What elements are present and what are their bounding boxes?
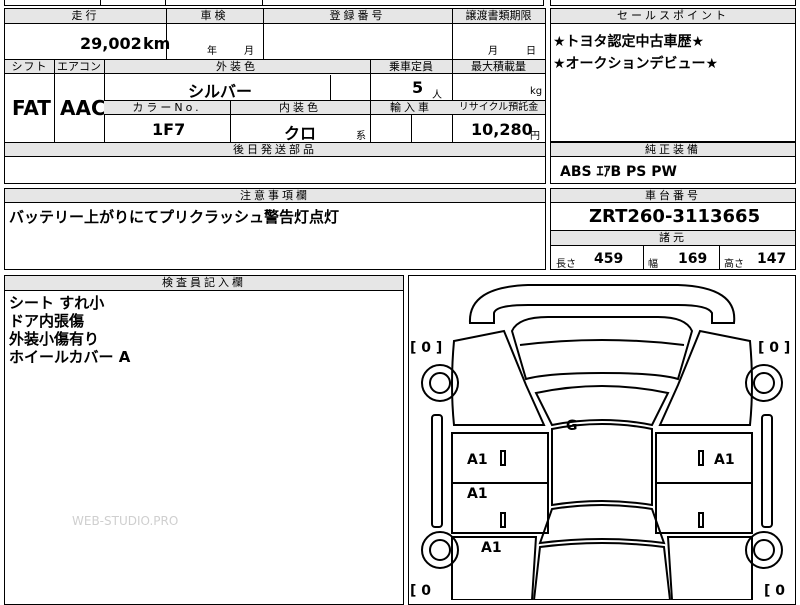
height-value: 147 — [757, 251, 787, 267]
max-load-header: 最大積載量 — [452, 60, 545, 74]
rear-window — [538, 504, 666, 545]
tire-left-top: [ 0 ] — [410, 340, 443, 356]
roof — [551, 423, 653, 507]
dims-header: 諸元 — [551, 231, 795, 246]
shift-header: シフト — [5, 60, 54, 74]
windshield — [534, 385, 670, 427]
color-no-header: カラーNo. — [104, 101, 230, 115]
mileage-header: 走行 — [5, 9, 166, 24]
left-side-sill — [431, 414, 443, 528]
chassis-header: 車台番号 — [551, 189, 795, 203]
color-no-value: 1F7 — [152, 120, 186, 139]
sales-point-line-2: ★オークションデビュー★ — [553, 56, 719, 72]
right-side-sill — [761, 414, 773, 528]
sales-point-line-1: ★トヨタ認定中古車歴★ — [553, 34, 705, 50]
tire-left-bottom: [ 0 — [410, 583, 432, 599]
shift-value: FAT — [12, 96, 51, 120]
sales-points-box — [550, 8, 796, 142]
inspector-line-1: シート すれ小 — [9, 294, 105, 312]
transfer-day-unit: 日 — [526, 46, 536, 57]
int-color-suffix: 系 — [356, 131, 366, 142]
transfer-month-unit: 月 — [488, 46, 498, 57]
int-color-header: 内装色 — [230, 101, 370, 115]
genuine-equipment-header: 純正装備 — [551, 143, 795, 157]
mark-left-rear-door: A1 — [467, 486, 488, 502]
ext-color-value: シルバー — [188, 82, 253, 101]
capacity-value: 5 — [412, 78, 424, 97]
max-load-unit: kg — [530, 86, 543, 97]
car-diagram — [421, 284, 783, 600]
watermark: WEB-STUDIO.PRO — [72, 514, 179, 528]
mark-roof: G — [566, 418, 578, 434]
transfer-deadline-header: 譲渡書類期限 — [452, 9, 545, 24]
notes-header: 注意事項欄 — [5, 189, 545, 203]
tire-right-top: [ 0 ] — [758, 340, 791, 356]
registration-header: 登録番号 — [263, 9, 452, 24]
length-label: 長さ — [556, 259, 576, 270]
inspection-year-unit: 年 — [207, 46, 217, 57]
inspector-line-3: 外装小傷有り — [9, 330, 100, 348]
later-parts-header: 後日発送部品 — [5, 143, 545, 157]
right-rear-fender — [666, 536, 753, 600]
hood — [510, 316, 694, 381]
recycle-header: リサイクル預託金 — [452, 101, 545, 115]
mileage-unit: km — [143, 34, 171, 53]
notes-value: バッテリー上がりにてプリクラッシュ警告灯点灯 — [9, 208, 340, 226]
mark-right-front-door: A1 — [714, 452, 735, 468]
width-label: 幅 — [648, 259, 658, 270]
trunk — [532, 542, 672, 600]
aircon-value: AAC — [60, 96, 106, 120]
mark-left-rear-fender: A1 — [481, 540, 502, 556]
chassis-value: ZRT260-3113665 — [589, 206, 761, 227]
inspector-line-2: ドア内張傷 — [9, 312, 85, 330]
import-header: 輸入車 — [370, 101, 452, 115]
genuine-equipment-value: ABS ｴｱB PS PW — [560, 164, 677, 180]
recycle-unit: 円 — [530, 131, 540, 142]
recycle-value: 10,280 — [471, 120, 533, 139]
sales-points-header: セールスポイント — [551, 9, 795, 24]
tire-right-bottom: [ 0 — [764, 583, 786, 599]
mark-left-front-door: A1 — [467, 452, 488, 468]
inspection-month-unit: 月 — [244, 46, 254, 57]
top-strip — [4, 0, 544, 6]
aircon-header: エアコン — [54, 60, 104, 74]
capacity-header: 乗車定員 — [370, 60, 452, 74]
mileage-value: 29,002 — [80, 34, 142, 53]
inspector-line-4: ホイールカバー A — [9, 348, 131, 366]
height-label: 高さ — [724, 259, 744, 270]
int-color-value: クロ — [284, 124, 317, 143]
inspector-header: 検査員記入欄 — [5, 276, 403, 291]
ext-color-header: 外装色 — [104, 60, 370, 74]
width-value: 169 — [678, 251, 708, 267]
length-value: 459 — [594, 251, 624, 267]
capacity-unit: 人 — [432, 90, 442, 101]
inspection-header: 車検 — [166, 9, 263, 24]
